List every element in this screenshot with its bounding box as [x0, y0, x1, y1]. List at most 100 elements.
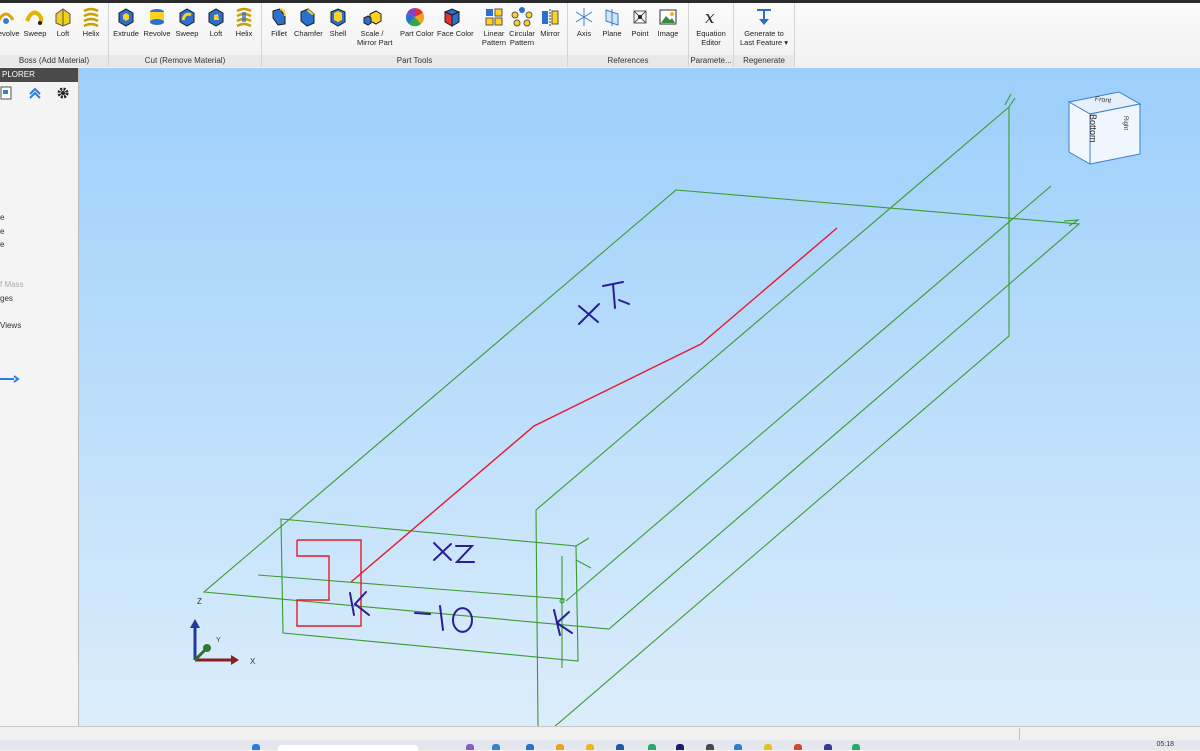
extrude-cut-button[interactable]: Extrude [112, 6, 140, 38]
taskbar-app-icon[interactable] [466, 744, 474, 750]
loft-cut-button[interactable]: Loft [202, 6, 230, 38]
yz-plane-top[interactable] [535, 106, 1010, 511]
helix-cut-button[interactable]: Helix [230, 6, 258, 38]
shell-button[interactable]: Shell [324, 6, 352, 38]
regenerate-group-label: Regenerate [734, 55, 794, 67]
chamfer-button[interactable]: Chamfer [294, 6, 323, 38]
boss-group-label: Boss (Add Material) [0, 55, 108, 67]
taskbar-app-icon[interactable] [526, 744, 534, 750]
generate-icon [757, 9, 771, 25]
part-color-button[interactable]: Part Color [400, 6, 434, 38]
taskbar-app-icon[interactable] [734, 744, 742, 750]
regenerate-group: Generate to Last Feature ▾ Regenerate [734, 3, 795, 67]
plane-icon [605, 9, 619, 26]
taskbar-app-icon[interactable] [706, 744, 714, 750]
svg-text:x: x [705, 8, 715, 28]
taskbar-app-icon[interactable] [648, 744, 656, 750]
scale-mirror-icon [363, 10, 382, 26]
helix-cut-icon [236, 7, 252, 28]
parameters-group: x Equation Editor Paramete... [689, 3, 734, 67]
mirror-icon [542, 9, 559, 26]
mirror-button[interactable]: Mirror [536, 6, 564, 38]
explorer-item-views[interactable]: Views [0, 321, 21, 330]
loft-icon [55, 8, 71, 27]
taskbar-app-icon[interactable] [794, 744, 802, 750]
taskbar-app-icon[interactable] [586, 744, 594, 750]
revolve-cut-icon [150, 9, 164, 25]
taskbar-app-icon[interactable] [764, 744, 772, 750]
point-button[interactable]: Point [626, 6, 654, 38]
view-cube[interactable]: Front Bottom Right [1067, 91, 1142, 165]
tree-view-icon[interactable] [0, 86, 12, 100]
xy-mark-y [602, 281, 630, 309]
3d-viewport[interactable]: Z Y X Front Bottom Right [79, 68, 1200, 726]
sweep-profile[interactable] [296, 539, 362, 627]
linear-pattern-icon [485, 8, 503, 26]
loft-boss-button[interactable]: Loft [49, 6, 77, 38]
taskbar-app-icon[interactable] [616, 744, 624, 750]
cut-group-label: Cut (Remove Material) [109, 55, 261, 67]
taskbar-search-input[interactable] [278, 745, 418, 751]
explorer-header: PLORER [0, 68, 78, 82]
model-canvas[interactable]: Z Y X Front Bottom Right [79, 68, 1200, 726]
taskbar-clock[interactable]: 05:18 [1156, 741, 1174, 748]
xy-plane[interactable] [202, 189, 1081, 630]
revolve-boss-button[interactable]: Revolve [0, 6, 20, 38]
explorer-item[interactable]: e [0, 227, 4, 236]
explorer-toolbar [0, 83, 78, 105]
shell-icon [330, 8, 346, 27]
minus-ten-mark [414, 605, 474, 633]
revolve-cut-button[interactable]: Revolve [143, 6, 171, 38]
view-cube-side-label[interactable]: Right [1122, 116, 1128, 130]
xy-mark-x [578, 303, 600, 325]
scale-mirror-part-button[interactable]: Scale / Mirror Part [357, 6, 392, 47]
taskbar-app-icon[interactable] [676, 744, 684, 750]
view-cube-bottom-label[interactable]: Bottom [1088, 114, 1098, 143]
collapse-up-icon[interactable] [28, 86, 42, 100]
xz-mark-z [454, 545, 475, 563]
sweep-boss-button[interactable]: Sweep [21, 6, 49, 38]
triad-y-label: Y [216, 637, 221, 644]
xz-mark-x [433, 542, 452, 561]
helix-icon [83, 7, 99, 28]
fillet-button[interactable]: Fillet [265, 6, 293, 38]
status-bar [0, 726, 1200, 741]
extrude-cut-icon [118, 8, 134, 27]
revolve-icon [0, 12, 15, 24]
generate-to-last-feature-button[interactable]: Generate to Last Feature ▾ [738, 6, 790, 47]
start-icon[interactable] [252, 744, 260, 750]
equation-editor-button[interactable]: x Equation Editor [695, 6, 727, 47]
gear-icon[interactable] [56, 86, 70, 100]
taskbar-app-icon[interactable] [492, 744, 500, 750]
depth-edge[interactable] [565, 185, 1052, 602]
taskbar-app-icon[interactable] [556, 744, 564, 750]
xz-axis-line [257, 574, 566, 600]
cut-group: Extrude Revolve Sweep Loft Helix Cut (Re… [109, 3, 262, 67]
yz-plane-front[interactable] [539, 107, 1010, 726]
explorer-item[interactable]: ges [0, 294, 13, 303]
circular-pattern-button[interactable]: Circular Pattern [508, 6, 536, 47]
triad-z-label: Z [197, 597, 202, 606]
sweep-icon [25, 10, 44, 25]
linear-pattern-button[interactable]: Linear Pattern [480, 6, 508, 47]
references-group-label: References [568, 55, 688, 67]
taskbar-app-icon[interactable] [852, 744, 860, 750]
triad-x-label: X [250, 657, 256, 666]
explorer-item[interactable]: e [0, 240, 4, 249]
slider-handle-icon[interactable] [0, 374, 20, 384]
part-tools-group: Fillet Chamfer Shell Scale / Mirror Part… [262, 3, 568, 67]
image-button[interactable]: Image [654, 6, 682, 38]
sweep-cut-button[interactable]: Sweep [173, 6, 201, 38]
taskbar-app-icon[interactable] [824, 744, 832, 750]
os-taskbar: 05:18 [0, 740, 1200, 751]
face-color-button[interactable]: Face Color [437, 6, 474, 38]
ribbon-toolbar: Revolve Sweep Loft Helix Boss (Add Mater… [0, 0, 1200, 69]
equation-editor-icon: x [705, 8, 715, 28]
axis-button[interactable]: Axis [570, 6, 598, 38]
explorer-item-mass[interactable]: f Mass [0, 280, 24, 289]
feature-explorer-panel: PLORER e e e f Mass ges Views [0, 68, 79, 726]
plane-button[interactable]: Plane [598, 6, 626, 38]
explorer-item[interactable]: e [0, 213, 4, 222]
helix-boss-button[interactable]: Helix [77, 6, 105, 38]
parameters-group-label: Paramete... [689, 55, 733, 67]
